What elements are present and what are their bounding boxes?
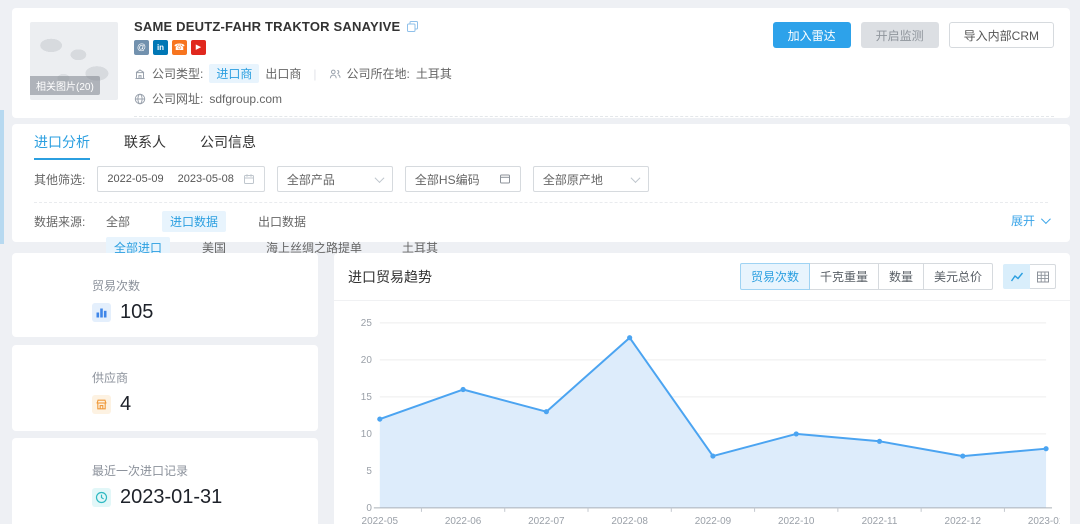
company-name: SAME DEUTZ-FAHR TRAKTOR SANAYIVE <box>134 19 400 34</box>
company-related-images-thumbnail[interactable]: 相关图片(20) <box>30 22 118 100</box>
table-icon[interactable] <box>1029 264 1056 289</box>
trend-chart-svg[interactable]: 0 5 10 15 20 25 2022-05 2022-06 2022-07 2022-08 20… <box>344 309 1060 524</box>
calendar-icon <box>243 173 255 185</box>
website-link[interactable]: sdfgroup.com <box>209 92 282 106</box>
divider-pipe: | <box>313 67 316 81</box>
origin-select-value: 全部原产地 <box>543 171 603 188</box>
date-start: 2022-05-09 <box>107 173 163 185</box>
stat-card-suppliers: 供应商 4 <box>12 345 318 431</box>
stat-value: 4 <box>120 393 131 416</box>
bar-chart-icon <box>92 303 111 322</box>
people-icon <box>329 68 341 80</box>
stat-label: 供应商 <box>92 369 318 386</box>
svg-text:2022-12: 2022-12 <box>945 516 982 524</box>
svg-text:2022-07: 2022-07 <box>528 516 565 524</box>
tab-company-info[interactable]: 公司信息 <box>200 124 256 160</box>
svg-text:25: 25 <box>361 318 373 329</box>
analysis-panel-card: 进口分析 联系人 公司信息 其他筛选: 2022-05-09 2023-05-0… <box>12 124 1070 242</box>
svg-text:2022-11: 2022-11 <box>862 516 898 524</box>
related-images-count-badge[interactable]: 相关图片(20) <box>30 76 100 95</box>
tab-import-analysis[interactable]: 进口分析 <box>34 124 90 160</box>
globe-icon <box>134 93 146 105</box>
youtube-icon[interactable]: ▶ <box>191 40 206 55</box>
clock-icon <box>92 488 111 507</box>
stat-value: 2023-01-31 <box>120 486 222 509</box>
dotted-divider <box>134 116 1054 117</box>
panel-icon <box>499 173 511 185</box>
stat-label: 最近一次进口记录 <box>92 462 318 479</box>
tab-contacts[interactable]: 联系人 <box>124 124 166 160</box>
svg-text:20: 20 <box>361 355 373 366</box>
metric-button[interactable]: 数量 <box>878 263 924 290</box>
stat-card-trade-count: 贸易次数 105 <box>12 253 318 337</box>
svg-text:2022-09: 2022-09 <box>695 516 732 524</box>
source-option[interactable]: 出口数据 <box>250 211 314 232</box>
svg-text:5: 5 <box>366 466 372 477</box>
view-toggle-group <box>1003 264 1056 289</box>
svg-text:2023-01: 2023-01 <box>1028 516 1060 524</box>
source-option[interactable]: 进口数据 <box>162 211 226 232</box>
source-option[interactable]: 全部 <box>98 211 138 232</box>
add-radar-button[interactable]: 加入雷达 <box>773 22 851 48</box>
chart-title: 进口贸易趋势 <box>348 267 432 287</box>
svg-text:2022-10: 2022-10 <box>778 516 815 524</box>
tab-bar: 进口分析 联系人 公司信息 <box>12 124 1070 160</box>
product-select[interactable]: 全部产品 <box>277 166 393 192</box>
svg-text:0: 0 <box>366 503 372 514</box>
line-chart-icon[interactable] <box>1003 264 1030 289</box>
date-end: 2023-05-08 <box>178 173 234 185</box>
import-crm-button[interactable]: 导入内部CRM <box>949 22 1054 48</box>
location-value: 土耳其 <box>416 65 452 82</box>
metric-button-group: 贸易次数千克重量数量美元总价 <box>740 263 993 290</box>
phone-social-icon[interactable]: ☎ <box>172 40 187 55</box>
svg-text:2022-05: 2022-05 <box>362 516 399 524</box>
importer-tag[interactable]: 进口商 <box>209 64 259 83</box>
svg-text:10: 10 <box>361 429 373 440</box>
stat-label: 贸易次数 <box>92 277 318 294</box>
chevron-down-icon <box>630 173 640 183</box>
date-range-picker[interactable]: 2022-05-09 2023-05-08 <box>97 166 265 192</box>
trend-chart-card: 进口贸易趋势 贸易次数千克重量数量美元总价 0 5 10 15 20 25 2022-05 2… <box>334 253 1070 524</box>
company-header-card: 相关图片(20) SAME DEUTZ-FAHR TRAKTOR SANAYIV… <box>12 8 1070 118</box>
metric-button[interactable]: 美元总价 <box>923 263 993 290</box>
hs-code-select[interactable]: 全部HS编码 <box>405 166 521 192</box>
website-label: 公司网址: <box>152 90 203 107</box>
metric-button[interactable]: 贸易次数 <box>740 263 810 290</box>
source-options: 全部 进口数据 出口数据 <box>98 211 314 232</box>
hs-code-value: 全部HS编码 <box>415 171 480 188</box>
expand-link[interactable]: 展开 <box>1011 212 1048 229</box>
company-type-label: 公司类型: <box>152 65 203 82</box>
origin-select[interactable]: 全部原产地 <box>533 166 649 192</box>
metric-button[interactable]: 千克重量 <box>809 263 879 290</box>
stat-card-last-import: 最近一次进口记录 2023-01-31 <box>12 438 318 524</box>
product-select-value: 全部产品 <box>287 171 335 188</box>
shop-icon <box>92 395 111 414</box>
exporter-tag[interactable]: 出口商 <box>265 65 301 82</box>
svg-text:2022-06: 2022-06 <box>445 516 482 524</box>
data-source-label: 数据来源: <box>34 213 98 230</box>
left-accent-strip <box>0 110 4 244</box>
stat-value: 105 <box>120 301 153 324</box>
building-icon <box>134 68 146 80</box>
svg-text:2022-08: 2022-08 <box>611 516 648 524</box>
expand-label: 展开 <box>1011 212 1035 229</box>
copy-icon[interactable] <box>406 20 419 33</box>
blog-social-icon[interactable]: @ <box>134 40 149 55</box>
start-monitor-button[interactable]: 开启监测 <box>861 22 939 48</box>
svg-text:15: 15 <box>361 392 373 403</box>
other-filters-label: 其他筛选: <box>34 171 85 188</box>
linkedin-icon[interactable]: in <box>153 40 168 55</box>
chevron-down-icon <box>374 173 384 183</box>
location-label: 公司所在地: <box>347 65 410 82</box>
